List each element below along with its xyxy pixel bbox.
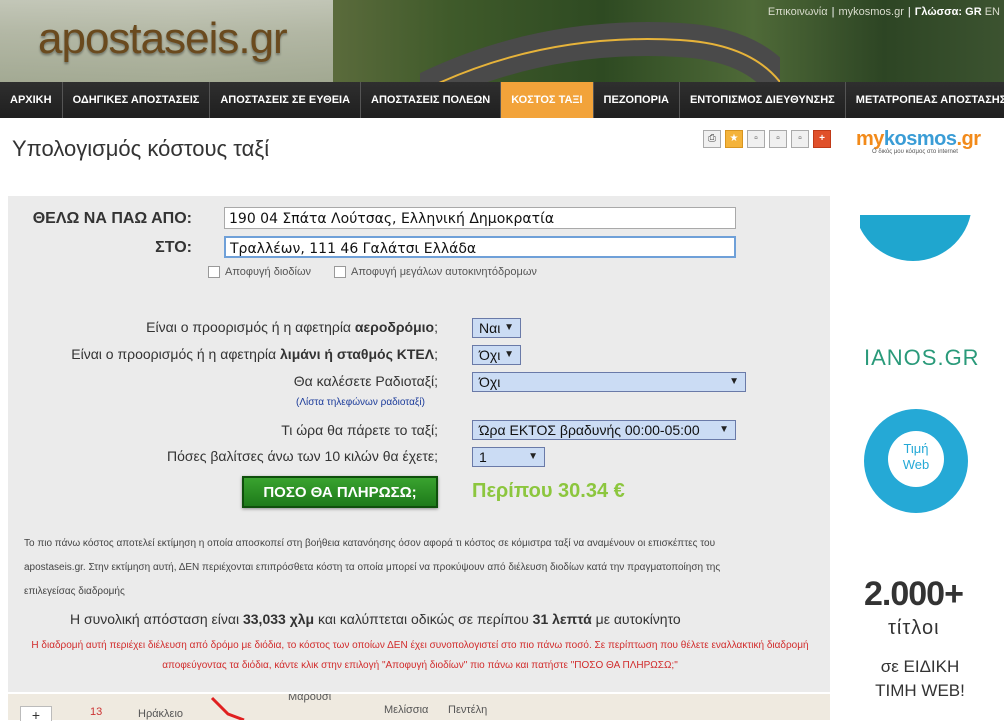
radio-taxi-select-value: Όχι <box>479 374 501 390</box>
chevron-down-icon: ▼ <box>719 424 729 435</box>
chevron-down-icon: ▼ <box>528 451 538 462</box>
airport-select-value: Ναι <box>479 320 501 336</box>
radio-taxi-question: Θα καλέσετε Ραδιοταξί; <box>293 373 438 389</box>
summary-time: 31 λεπτά <box>532 611 592 627</box>
nav-hiking[interactable]: ΠΕΖΟΠΟΡΙΑ <box>594 82 680 118</box>
ad-special-line1: σε ΕΙΔΙΚΗ <box>880 657 960 676</box>
avoid-highways-checkbox[interactable]: Αποφυγή μεγάλων αυτοκινητόδρομων <box>334 266 537 278</box>
port-select-value: Όχι <box>479 347 501 363</box>
mykosmos-logo-part1: my <box>856 128 884 150</box>
mykosmos-tagline: Ο δικός μου κόσμος στο internet <box>872 149 958 155</box>
print-icon[interactable]: ⎙ <box>703 130 721 148</box>
mykosmos-link[interactable]: mykosmos.gr <box>838 6 903 18</box>
luggage-select-value: 1 <box>479 449 487 465</box>
nav-home[interactable]: ΑΡΧΙΚΗ <box>0 82 63 118</box>
luggage-question: Πόσες βαλίτσες άνω των 10 κιλών θα έχετε… <box>166 448 438 464</box>
radio-taxi-select[interactable]: Όχι ▼ <box>472 372 746 392</box>
toll-warning: Η διαδρομή αυτή περιέχει διέλευση από δρ… <box>31 640 809 671</box>
ianos-logo: IANOS.GR <box>864 345 980 370</box>
airport-question-prefix: Είναι ο προορισμός ή η αφετηρία <box>146 319 352 335</box>
mykosmos-logo-part3: .gr <box>956 128 982 150</box>
chevron-down-icon: ▼ <box>504 322 514 333</box>
time-select[interactable]: Ώρα ΕΚΤΟΣ βραδυνής 00:00-05:00 ▼ <box>472 420 736 440</box>
radio-taxi-list-link[interactable]: (Λίστα τηλεφώνων ραδιοταξί) <box>296 397 425 408</box>
checkbox-box[interactable] <box>208 266 220 278</box>
ad-special-price: σε ΕΙΔΙΚΗ ΤΙΜΗ WEB! <box>868 655 972 703</box>
map-label-irakleio: Ηράκλειο <box>138 708 184 720</box>
site-header: apostaseis.gr Επικοινωνία | mykosmos.gr | Γλ… <box>0 0 1004 82</box>
page-title: Υπολογισμός κόστους ταξί <box>12 136 270 161</box>
time-select-value: Ώρα ΕΚΤΟΣ βραδυνής 00:00-05:00 <box>479 422 700 438</box>
share-icon[interactable]: ▫ <box>747 130 765 148</box>
port-select[interactable]: Όχι ▼ <box>472 345 521 365</box>
ad-title-count: 2.000+ <box>864 575 964 613</box>
nav-city-distances[interactable]: ΑΠΟΣΤΑΣΕΙΣ ΠΟΛΕΩΝ <box>361 82 502 118</box>
share-icon-3[interactable]: ▫ <box>791 130 809 148</box>
route-line <box>210 696 245 720</box>
ad-special-line2: ΤΙΜΗ WEB! <box>875 681 965 700</box>
ad-titles-label: τίτλοι <box>888 617 940 639</box>
favorite-icon[interactable]: ★ <box>725 130 743 148</box>
chevron-down-icon: ▼ <box>729 376 739 387</box>
summary-middle: και καλύπτεται οδικώς σε περίπου <box>318 611 529 627</box>
checkbox-box[interactable] <box>334 266 346 278</box>
ad-decoration <box>860 215 972 261</box>
nav-taxi-cost[interactable]: ΚΟΣΤΟΣ ΤΑΞΙ <box>501 82 594 118</box>
time-question: Τι ώρα θα πάρετε το ταξί; <box>281 422 438 438</box>
airport-select[interactable]: Ναι ▼ <box>472 318 521 338</box>
lang-en[interactable]: EN <box>985 6 1000 18</box>
summary-distance: 33,033 χλμ <box>242 611 315 627</box>
airport-question: Είναι ο προορισμός ή η αφετηρία αεροδρόμ… <box>146 319 438 335</box>
add-share-icon[interactable]: + <box>813 130 831 148</box>
port-question-bold: λιμάνι ή σταθμός ΚΤΕΛ <box>280 346 435 362</box>
map-label-marousi: Μαρούσι <box>288 694 332 703</box>
airport-question-bold: αεροδρόμιο <box>354 319 435 335</box>
nav-driving-distances[interactable]: ΟΔΗΓΙΚΕΣ ΑΠΟΣΤΑΣΕΙΣ <box>63 82 211 118</box>
radio-taxi-list-link-text[interactable]: Λίστα τηλεφώνων ραδιοταξί <box>299 397 421 408</box>
cost-disclaimer: Το πιο πάνω κόστος αποτελεί εκτίμηση η ο… <box>24 538 721 597</box>
to-input[interactable]: Τραλλέων, 111 46 Γαλάτσι Ελλάδα <box>224 236 736 258</box>
lang-gr[interactable]: GR <box>965 6 982 18</box>
share-icon-2[interactable]: ▫ <box>769 130 787 148</box>
from-label: ΘΕΛΩ ΝΑ ΠΑΩ ΑΠΟ: <box>32 210 192 227</box>
share-toolbar: ⎙ ★ ▫ ▫ ▫ + <box>703 130 831 148</box>
avoid-tolls-checkbox[interactable]: Αποφυγή διοδίων <box>208 266 311 278</box>
avoid-tolls-label: Αποφυγή διοδίων <box>225 266 312 278</box>
contact-link[interactable]: Επικοινωνία <box>768 6 828 18</box>
avoid-highways-label: Αποφυγή μεγάλων αυτοκινητόδρομων <box>351 266 537 278</box>
map-route-number: 13 <box>90 706 103 718</box>
luggage-select[interactable]: 1 ▼ <box>472 447 545 467</box>
from-input[interactable]: 190 04 Σπάτα Λούτσας, Ελληνική Δημοκρατί… <box>224 207 736 229</box>
summary-prefix: Η συνολική απόσταση είναι <box>70 611 240 627</box>
language-label: Γλώσσα: <box>914 6 963 18</box>
badge-inner: Τιμή Web <box>888 431 944 487</box>
map-label-penteli: Πεντέλη <box>448 704 488 716</box>
route-summary: Η συνολική απόσταση είναι 33,033 χλμ και… <box>70 611 681 627</box>
calculate-cost-button[interactable]: ΠΟΣΟ ΘΑ ΠΛΗΡΩΣΩ; <box>242 476 438 508</box>
mykosmos-logo[interactable]: mykosmos.gr <box>856 128 981 151</box>
mykosmos-logo-part2: kosmos <box>883 128 957 150</box>
nav-distance-converter[interactable]: ΜΕΤΑΤΡΟΠΕΑΣ ΑΠΟΣΤΑΣΗΣ <box>846 82 1004 118</box>
main-nav: ΑΡΧΙΚΗ ΟΔΗΓΙΚΕΣ ΑΠΟΣΤΑΣΕΙΣ ΑΠΟΣΤΑΣΕΙΣ ΣΕ… <box>0 82 1004 118</box>
to-label: ΣΤΟ: <box>155 239 192 256</box>
map-label-melissia: Μελίσσια <box>384 704 429 716</box>
map-zoom-in-button[interactable]: + <box>20 706 52 723</box>
badge-line2: Web <box>902 457 930 472</box>
nav-address-locator[interactable]: ΕΝΤΟΠΙΣΜΟΣ ΔΙΕΥΘΥΝΣΗΣ <box>680 82 846 118</box>
site-logo[interactable]: apostaseis.gr <box>38 14 288 64</box>
summary-suffix: με αυτοκίνητο <box>595 611 681 627</box>
nav-straight-distances[interactable]: ΑΠΟΣΤΑΣΕΙΣ ΣΕ ΕΥΘΕΙΑ <box>210 82 362 118</box>
port-question: Είναι ο προορισμός ή η αφετηρία λιμάνι ή… <box>71 346 438 362</box>
estimated-price: Περίπου 30.34 € <box>472 480 625 502</box>
web-price-badge: Τιμή Web <box>864 409 968 513</box>
port-question-prefix: Είναι ο προορισμός ή η αφετηρία <box>71 346 277 362</box>
ianos-ad-banner[interactable]: IANOS.GR Τιμή Web 2.000+ τίτλοι σε ΕΙΔΙΚ… <box>860 215 1004 720</box>
top-links: Επικοινωνία | mykosmos.gr | Γλώσσα: GR EN <box>767 6 1000 18</box>
route-map[interactable]: Μαρούσι Μελίσσια Πεντέλη Ηράκλειο 13 <box>8 694 830 720</box>
chevron-down-icon: ▼ <box>504 349 514 360</box>
road-image <box>420 22 780 82</box>
badge-line1: Τιμή <box>903 441 929 456</box>
